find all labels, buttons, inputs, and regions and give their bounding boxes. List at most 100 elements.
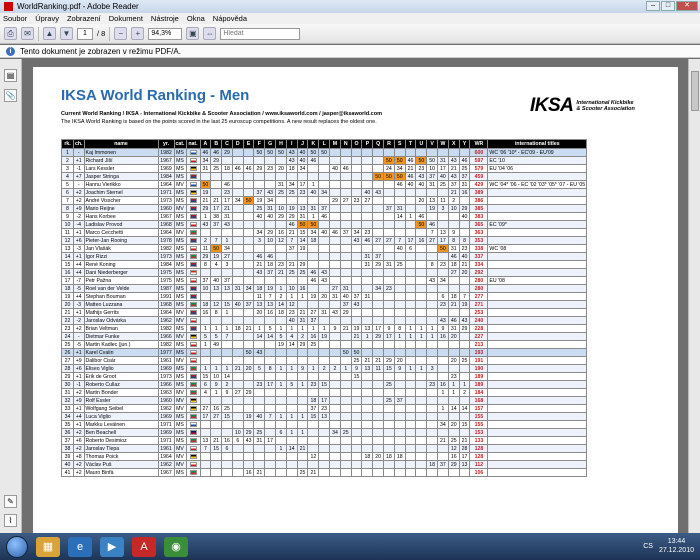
score-cell xyxy=(426,348,439,357)
score-cell: 40 xyxy=(361,188,374,197)
flag-icon xyxy=(189,373,197,379)
column-header: D xyxy=(231,139,244,149)
search-input[interactable] xyxy=(220,27,301,40)
menu-item[interactable]: Nástroje xyxy=(151,14,179,23)
score-cell xyxy=(383,300,395,309)
scrollbar-thumb[interactable] xyxy=(691,71,699,111)
score-cell xyxy=(329,220,341,229)
category-cell: MV xyxy=(173,444,187,453)
nationality-cell xyxy=(185,308,201,317)
score-cell xyxy=(415,292,428,301)
menu-item[interactable]: Zobrazení xyxy=(67,14,101,23)
score-cell xyxy=(383,228,395,237)
table-row: 9 -2 Hans Korbee 1967 MS 1 38 31 40 40 29 29 31 1 46 14… xyxy=(61,212,588,221)
explorer-icon[interactable]: ▦ xyxy=(36,536,60,557)
score-cell xyxy=(242,444,255,453)
score-cell xyxy=(393,188,406,197)
score-cell: 1 xyxy=(285,324,298,333)
score-cell: 8 xyxy=(210,308,223,317)
zoom-out-icon[interactable]: − xyxy=(114,27,128,40)
paperclip-icon[interactable]: ⌇ xyxy=(4,514,17,527)
category-cell: MS xyxy=(173,268,187,277)
score-cell xyxy=(296,300,309,309)
nationality-cell xyxy=(185,220,201,229)
score-cell xyxy=(426,388,439,397)
change-cell: -5 xyxy=(73,284,85,293)
world-ranking-points-cell: 334 xyxy=(469,260,489,269)
score-cell xyxy=(329,396,341,405)
score-cell: 5 xyxy=(275,332,287,341)
column-header: Y xyxy=(458,139,471,149)
score-cell xyxy=(415,388,428,397)
fit-width-icon[interactable]: ⇔ xyxy=(203,27,217,40)
score-cell: 17 xyxy=(437,236,449,245)
clock[interactable]: 13:44 27.12.2010 xyxy=(659,537,694,555)
print-icon[interactable]: ⎙ xyxy=(4,27,17,40)
close-button[interactable]: ✕ xyxy=(676,1,698,11)
page-down-icon[interactable]: ▼ xyxy=(60,27,73,40)
score-cell xyxy=(231,396,244,405)
titles-cell xyxy=(487,380,588,389)
fit-page-icon[interactable]: ▣ xyxy=(186,27,200,40)
year-cell: 1971 xyxy=(157,188,175,197)
adobe-reader-task-icon[interactable]: A xyxy=(132,536,156,557)
comments-icon[interactable]: ✎ xyxy=(4,495,17,508)
menu-item[interactable]: Nápověda xyxy=(213,14,247,23)
menu-item[interactable]: Dokument xyxy=(109,14,143,23)
menu-item[interactable]: Soubor xyxy=(3,14,27,23)
score-cell: 12 xyxy=(210,300,223,309)
rank-cell: 6 xyxy=(61,188,74,197)
page-up-icon[interactable]: ▲ xyxy=(43,27,56,40)
score-cell: 13 xyxy=(221,284,233,293)
score-cell xyxy=(210,452,223,461)
name-cell: Martin Bonder xyxy=(83,388,159,397)
score-cell xyxy=(426,340,439,349)
zoom-input[interactable] xyxy=(148,27,183,40)
year-cell: 1969 xyxy=(157,428,175,437)
score-cell xyxy=(372,444,385,453)
score-cell xyxy=(264,316,277,325)
menu-item[interactable]: Úpravy xyxy=(35,14,59,23)
score-cell xyxy=(404,188,417,197)
attachments-icon[interactable]: 📎 xyxy=(4,89,17,102)
vertical-scrollbar[interactable] xyxy=(688,59,700,533)
score-cell: 29 xyxy=(458,324,471,333)
score-cell xyxy=(415,436,428,445)
score-cell: 34 xyxy=(393,164,406,173)
score-cell: 13 xyxy=(426,196,439,205)
score-cell xyxy=(383,268,395,277)
internet-explorer-icon[interactable]: e xyxy=(68,536,92,557)
score-cell: 14 xyxy=(221,372,233,381)
page-number-input[interactable] xyxy=(77,27,93,40)
score-cell xyxy=(447,284,460,293)
score-cell: 50 xyxy=(242,348,255,357)
app-task-icon[interactable]: ◉ xyxy=(164,536,188,557)
table-row: 12 +6 Pieter-Jan Rooing 1978 MS 2 7 1 3 10 12 7 14 18… xyxy=(61,236,588,245)
menu-item[interactable]: Okna xyxy=(187,14,205,23)
media-player-icon[interactable]: ▶ xyxy=(100,536,124,557)
score-cell: 18 xyxy=(307,396,320,405)
email-icon[interactable]: ✉ xyxy=(21,27,34,40)
start-button[interactable] xyxy=(6,535,28,558)
score-cell: 13 xyxy=(264,300,277,309)
change-cell: +2 xyxy=(73,428,85,437)
score-cell: 1 xyxy=(339,364,352,373)
language-indicator[interactable]: CS xyxy=(643,543,653,550)
ranking-table: rk. ch. name yr. cat. nat. A B C D E F G H I J K L M N O P Q R S… xyxy=(61,139,588,477)
maximize-button[interactable]: □ xyxy=(661,1,675,11)
change-cell: +1 xyxy=(73,348,85,357)
category-cell: MS xyxy=(173,468,187,477)
table-row: 32 +9 Rolf Essler 1960 MV 18 17 25 37 168 xyxy=(61,396,588,405)
table-row: 21 +1 Mathijs Gerrits 1964 MV 16 8 1 20 16 18 23 21 2… xyxy=(61,308,588,317)
score-cell: 8 xyxy=(426,260,439,269)
rank-cell: 21 xyxy=(61,308,74,317)
year-cell: 1962 xyxy=(157,460,175,469)
minimize-button[interactable]: – xyxy=(646,1,660,11)
score-cell xyxy=(458,364,471,373)
score-cell xyxy=(199,396,212,405)
pages-panel-icon[interactable]: ▤ xyxy=(4,69,17,82)
name-cell: Kaj Immonen xyxy=(83,148,159,157)
zoom-in-icon[interactable]: + xyxy=(131,27,145,40)
score-cell xyxy=(404,148,417,157)
document-viewer[interactable]: IKSA World Ranking - Men Current World R… xyxy=(23,59,688,533)
